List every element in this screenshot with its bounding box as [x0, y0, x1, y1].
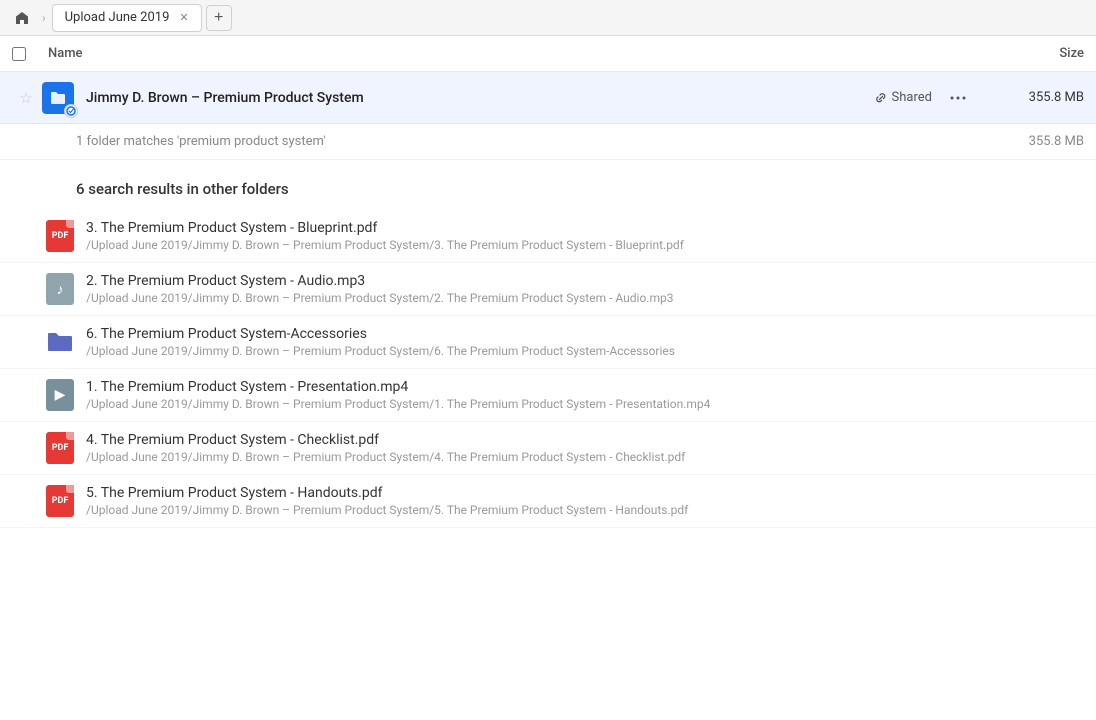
results-container: PDF 3. The Premium Product System - Blue…: [0, 210, 1096, 528]
size-column-header: Size: [984, 46, 1084, 61]
home-button[interactable]: [8, 4, 36, 32]
result-info: 6. The Premium Product System-Accessorie…: [86, 326, 1084, 358]
shared-text: Shared: [892, 90, 932, 105]
result-name: 2. The Premium Product System - Audio.mp…: [86, 273, 1084, 289]
result-path: /Upload June 2019/Jimmy D. Brown – Premi…: [86, 450, 1084, 464]
folder-overlay-icon: [64, 104, 78, 118]
result-info: 2. The Premium Product System - Audio.mp…: [86, 273, 1084, 305]
result-info: 3. The Premium Product System - Blueprin…: [86, 220, 1084, 252]
result-name: 6. The Premium Product System-Accessorie…: [86, 326, 1084, 342]
result-name: 4. The Premium Product System - Checklis…: [86, 432, 1084, 448]
matches-text: 1 folder matches 'premium product system…: [76, 134, 984, 149]
top-bar: › Upload June 2019 ✕ +: [0, 0, 1096, 36]
new-tab-button[interactable]: +: [206, 5, 232, 31]
folder-row[interactable]: ☆ Jimmy D. Brown – Premium Product Syste…: [0, 72, 1096, 124]
result-path: /Upload June 2019/Jimmy D. Brown – Premi…: [86, 344, 1084, 358]
search-results-header: 6 search results in other folders: [0, 160, 1096, 210]
result-name: 1. The Premium Product System - Presenta…: [86, 379, 1084, 395]
star-icon[interactable]: ☆: [12, 89, 40, 107]
matches-row: 1 folder matches 'premium product system…: [0, 124, 1096, 160]
tab-close-icon[interactable]: ✕: [179, 11, 188, 24]
result-path: /Upload June 2019/Jimmy D. Brown – Premi…: [86, 291, 1084, 305]
folder-icon-wrap: [40, 82, 76, 114]
folder-name: Jimmy D. Brown – Premium Product System: [76, 90, 874, 106]
result-path: /Upload June 2019/Jimmy D. Brown – Premi…: [86, 397, 1084, 411]
mp3-icon: ♪: [44, 273, 76, 305]
mp4-icon: ▶: [44, 379, 76, 411]
select-all-checkbox[interactable]: [12, 47, 26, 61]
matches-size: 355.8 MB: [984, 134, 1084, 149]
result-name: 3. The Premium Product System - Blueprin…: [86, 220, 1084, 236]
name-column-header: Name: [48, 46, 984, 61]
link-icon: [874, 91, 888, 105]
folder-size: 355.8 MB: [984, 90, 1084, 105]
pdf-icon: PDF: [44, 220, 76, 252]
result-item[interactable]: PDF 4. The Premium Product System - Chec…: [0, 422, 1096, 475]
result-item[interactable]: 6. The Premium Product System-Accessorie…: [0, 316, 1096, 369]
breadcrumb-separator: ›: [42, 11, 46, 25]
result-item[interactable]: PDF 5. The Premium Product System - Hand…: [0, 475, 1096, 528]
result-info: 5. The Premium Product System - Handouts…: [86, 485, 1084, 517]
tab-label: Upload June 2019: [65, 10, 170, 25]
result-name: 5. The Premium Product System - Handouts…: [86, 485, 1084, 501]
pdf-icon: PDF: [44, 432, 76, 464]
shared-label: Shared: [874, 90, 932, 105]
folder-icon: [44, 327, 76, 357]
select-all-checkbox-col[interactable]: [12, 47, 48, 61]
result-item[interactable]: ♪ 2. The Premium Product System - Audio.…: [0, 263, 1096, 316]
more-options-button[interactable]: [944, 84, 972, 112]
result-item[interactable]: ▶ 1. The Premium Product System - Presen…: [0, 369, 1096, 422]
current-tab[interactable]: Upload June 2019 ✕: [52, 4, 202, 32]
result-path: /Upload June 2019/Jimmy D. Brown – Premi…: [86, 238, 1084, 252]
folder-icon: [42, 82, 74, 114]
result-path: /Upload June 2019/Jimmy D. Brown – Premi…: [86, 503, 1084, 517]
pdf-icon: PDF: [44, 485, 76, 517]
table-header: Name Size: [0, 36, 1096, 72]
result-info: 4. The Premium Product System - Checklis…: [86, 432, 1084, 464]
result-item[interactable]: PDF 3. The Premium Product System - Blue…: [0, 210, 1096, 263]
result-info: 1. The Premium Product System - Presenta…: [86, 379, 1084, 411]
